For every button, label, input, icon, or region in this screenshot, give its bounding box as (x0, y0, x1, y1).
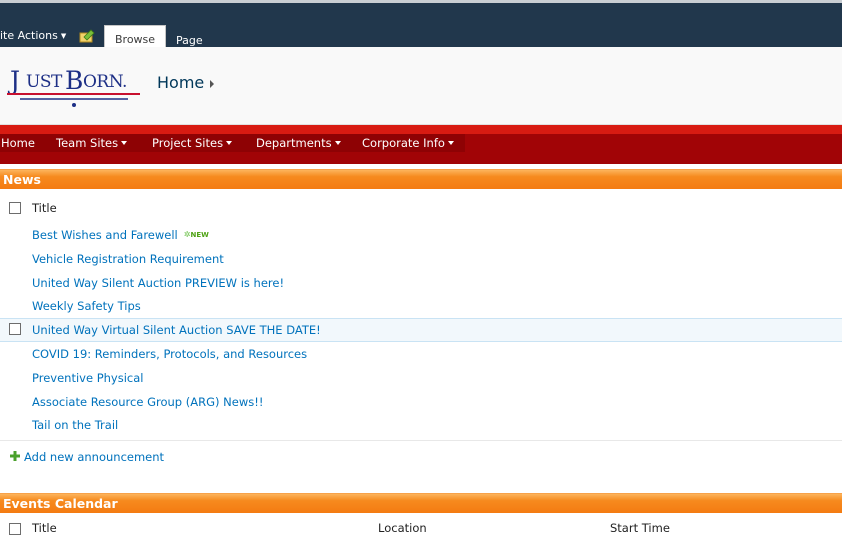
ribbon-bar: ite Actions ▼ Browse Page (0, 0, 842, 50)
events-column-title[interactable]: Title (32, 521, 57, 535)
list-item: Preventive Physical (0, 368, 842, 392)
nav-item-departments[interactable]: Departments (256, 136, 341, 150)
events-column-location[interactable]: Location (378, 521, 427, 535)
nav-item-corporate-info[interactable]: Corporate Info (362, 136, 454, 150)
news-item-link[interactable]: Weekly Safety Tips (32, 299, 141, 313)
svg-text:B: B (65, 66, 83, 95)
top-navigation: Home Team Sites Project Sites Department… (0, 125, 842, 164)
news-item-link[interactable]: COVID 19: Reminders, Protocols, and Reso… (32, 347, 307, 361)
just-born-logo[interactable]: J UST B ORN. (6, 61, 142, 111)
list-item: Tail on the Trail (0, 415, 842, 439)
nav-item-label: Team Sites (56, 136, 119, 150)
add-plus-icon[interactable] (10, 451, 20, 461)
title-area: J UST B ORN. Home (0, 47, 842, 125)
add-new-announcement-link[interactable]: Add new announcement (24, 450, 164, 464)
svg-text:ORN.: ORN. (83, 72, 127, 92)
dropdown-arrow-icon (226, 141, 233, 145)
breadcrumb-arrow-icon (210, 80, 214, 88)
new-badge: ✲NEW (184, 230, 209, 239)
nav-item-label: Project Sites (152, 136, 224, 150)
nav-item-label: Departments (256, 136, 332, 150)
news-item-link[interactable]: United Way Virtual Silent Auction SAVE T… (32, 323, 321, 337)
nav-stripe (0, 125, 842, 134)
site-actions-label: ite Actions (0, 29, 58, 42)
events-calendar-header: Events Calendar (0, 493, 842, 513)
nav-item-home[interactable]: Home (1, 136, 35, 150)
site-actions-menu[interactable]: ite Actions ▼ (0, 29, 66, 42)
events-select-all-checkbox[interactable] (9, 523, 21, 535)
nav-item-project-sites[interactable]: Project Sites (152, 136, 233, 150)
svg-text:UST: UST (26, 72, 63, 92)
news-item-link[interactable]: Tail on the Trail (32, 418, 118, 432)
news-item-link[interactable]: Preventive Physical (32, 371, 143, 385)
dropdown-arrow-icon (334, 141, 341, 145)
news-item-link[interactable]: Best Wishes and Farewell ✲NEW (32, 228, 209, 242)
list-item: Weekly Safety Tips (0, 296, 842, 320)
row-checkbox[interactable] (9, 323, 21, 335)
nav-item-label: Home (1, 136, 35, 150)
news-item-title: Best Wishes and Farewell (32, 228, 178, 242)
list-item: Best Wishes and Farewell ✲NEW (0, 225, 842, 249)
page-title[interactable]: Home (157, 73, 204, 92)
edit-page-icon[interactable] (79, 29, 95, 43)
list-item: Vehicle Registration Requirement (0, 249, 842, 273)
list-divider (0, 440, 842, 441)
news-item-link[interactable]: Vehicle Registration Requirement (32, 252, 224, 266)
events-header-title[interactable]: Events Calendar (3, 496, 118, 511)
news-item-link[interactable]: Associate Resource Group (ARG) News!! (32, 395, 263, 409)
column-header-title[interactable]: Title (32, 201, 57, 215)
svg-text:J: J (7, 66, 19, 95)
nav-item-label: Corporate Info (362, 136, 445, 150)
list-item: United Way Silent Auction PREVIEW is her… (0, 273, 842, 297)
list-item: COVID 19: Reminders, Protocols, and Reso… (0, 344, 842, 368)
chevron-down-icon: ▼ (60, 32, 67, 40)
new-badge-label: NEW (190, 231, 209, 239)
dropdown-arrow-icon (447, 141, 454, 145)
nav-item-team-sites[interactable]: Team Sites (56, 136, 128, 150)
list-item-hovered: United Way Virtual Silent Auction SAVE T… (0, 318, 842, 342)
news-header: News (0, 169, 842, 189)
list-item: Associate Resource Group (ARG) News!! (0, 392, 842, 416)
select-all-checkbox[interactable] (9, 202, 21, 214)
events-column-start-time[interactable]: Start Time (610, 521, 670, 535)
news-item-link[interactable]: United Way Silent Auction PREVIEW is her… (32, 276, 284, 290)
dropdown-arrow-icon (121, 141, 128, 145)
news-header-title[interactable]: News (3, 172, 41, 187)
